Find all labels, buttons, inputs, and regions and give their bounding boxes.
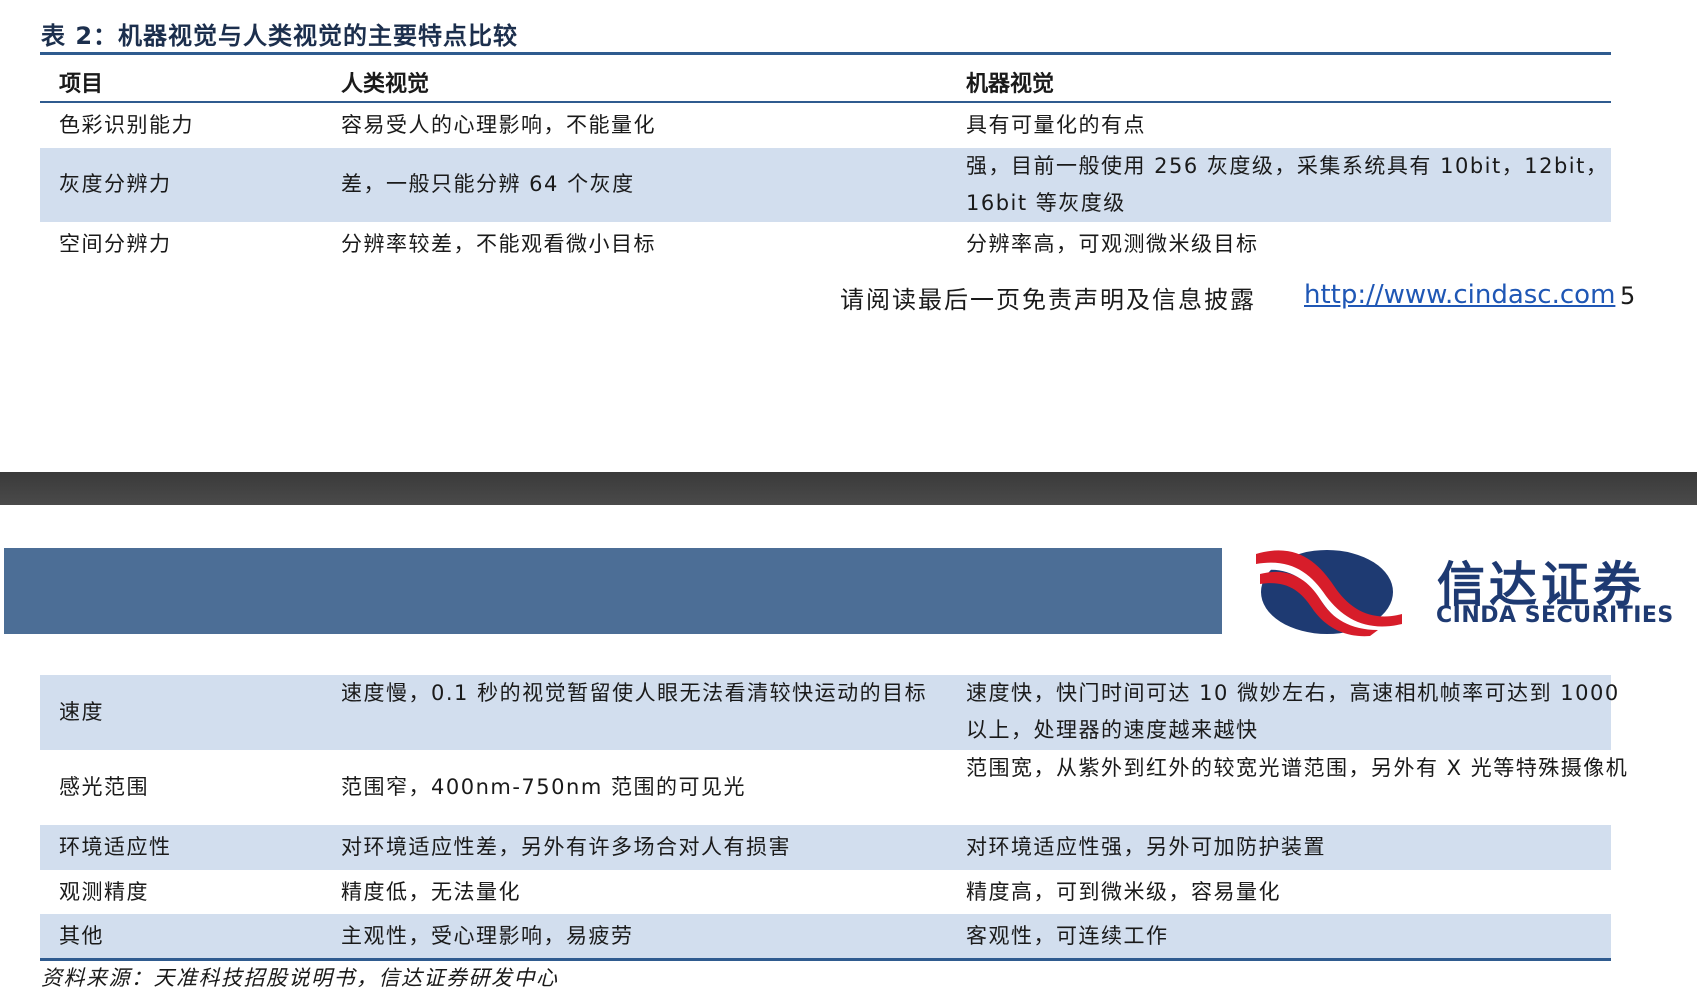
table-row: 环境适应性 对环境适应性差，另外有许多场合对人有损害 对环境适应性强，另外可加防… bbox=[40, 825, 1611, 870]
header-item: 项目 bbox=[59, 72, 104, 97]
table-row: 速度 速度慢，0.1 秒的视觉暂留使人眼无法看清较快运动的目标 速度快，快门时间… bbox=[40, 675, 1618, 750]
table-row: 空间分辨力 分辨率较差，不能观看微小目标 分辨率高，可观测微米级目标 bbox=[40, 222, 1611, 266]
cell-human: 速度慢，0.1 秒的视觉暂留使人眼无法看清较快运动的目标 bbox=[341, 681, 928, 705]
cell-human: 主观性，受心理影响，易疲劳 bbox=[341, 924, 634, 948]
cell-human: 精度低，无法量化 bbox=[341, 880, 521, 904]
page-separator bbox=[0, 472, 1697, 505]
cell-machine: 客观性，可连续工作 bbox=[966, 924, 1169, 948]
header-banner bbox=[4, 548, 1222, 634]
cell-item: 色彩识别能力 bbox=[59, 113, 194, 137]
source-note: 资料来源：天准科技招股说明书，信达证券研发中心 bbox=[41, 966, 559, 990]
page-number: 5 bbox=[1620, 282, 1636, 310]
cell-item: 空间分辨力 bbox=[59, 232, 172, 256]
cell-item: 观测精度 bbox=[59, 880, 149, 904]
table-header-row: 项目 人类视觉 机器视觉 bbox=[40, 58, 1611, 102]
cell-human: 对环境适应性差，另外有许多场合对人有损害 bbox=[341, 835, 791, 859]
company-logo: 信达证券 CINDA SECURITIES bbox=[1252, 540, 1692, 640]
caption-rule bbox=[40, 52, 1611, 55]
table-row: 观测精度 精度低，无法量化 精度高，可到微米级，容易量化 bbox=[40, 870, 1611, 914]
header-rule bbox=[40, 101, 1611, 103]
header-machine-vision: 机器视觉 bbox=[966, 72, 1055, 97]
logo-name-english: CINDA SECURITIES bbox=[1436, 603, 1674, 628]
cell-human: 分辨率较差，不能观看微小目标 bbox=[341, 232, 656, 256]
cell-machine: 具有可量化的有点 bbox=[966, 113, 1146, 137]
cell-machine: 范围宽，从紫外到红外的较宽光谱范围，另外有 X 光等特殊摄像机 bbox=[966, 756, 1629, 780]
table-row: 感光范围 范围窄，400nm-750nm 范围的可见光 范围宽，从紫外到红外的较… bbox=[40, 750, 1627, 825]
table-row: 其他 主观性，受心理影响，易疲劳 客观性，可连续工作 bbox=[40, 914, 1611, 958]
cell-item: 其他 bbox=[59, 924, 104, 948]
cell-machine: 对环境适应性强，另外可加防护装置 bbox=[966, 835, 1326, 859]
cell-item: 灰度分辨力 bbox=[59, 172, 172, 196]
website-link[interactable]: http://www.cindasc.com bbox=[1304, 280, 1615, 310]
cell-item: 速度 bbox=[59, 700, 104, 724]
cinda-logo-icon bbox=[1254, 550, 1402, 637]
cell-machine: 强，目前一般使用 256 灰度级，采集系统具有 10bit，12bit，16bi… bbox=[966, 154, 1609, 215]
header-human-vision: 人类视觉 bbox=[341, 72, 430, 97]
cell-human: 容易受人的心理影响，不能量化 bbox=[341, 113, 656, 137]
cell-human: 范围窄，400nm-750nm 范围的可见光 bbox=[341, 775, 746, 799]
table-row: 灰度分辨力 差，一般只能分辨 64 个灰度 强，目前一般使用 256 灰度级，采… bbox=[40, 148, 1611, 222]
cell-machine: 分辨率高，可观测微米级目标 bbox=[966, 232, 1259, 256]
table-caption: 表 2：机器视觉与人类视觉的主要特点比较 bbox=[41, 22, 519, 50]
cell-item: 环境适应性 bbox=[59, 835, 172, 859]
table-row: 色彩识别能力 容易受人的心理影响，不能量化 具有可量化的有点 bbox=[40, 104, 1611, 148]
cell-human: 差，一般只能分辨 64 个灰度 bbox=[341, 172, 635, 196]
disclaimer-note: 请阅读最后一页免责声明及信息披露 bbox=[840, 286, 1256, 314]
cell-item: 感光范围 bbox=[59, 775, 149, 799]
table-bottom-rule bbox=[40, 958, 1611, 961]
cell-machine: 速度快，快门时间可达 10 微妙左右，高速相机帧率可达到 1000 以上，处理器… bbox=[966, 681, 1620, 742]
cell-machine: 精度高，可到微米级，容易量化 bbox=[966, 880, 1281, 904]
